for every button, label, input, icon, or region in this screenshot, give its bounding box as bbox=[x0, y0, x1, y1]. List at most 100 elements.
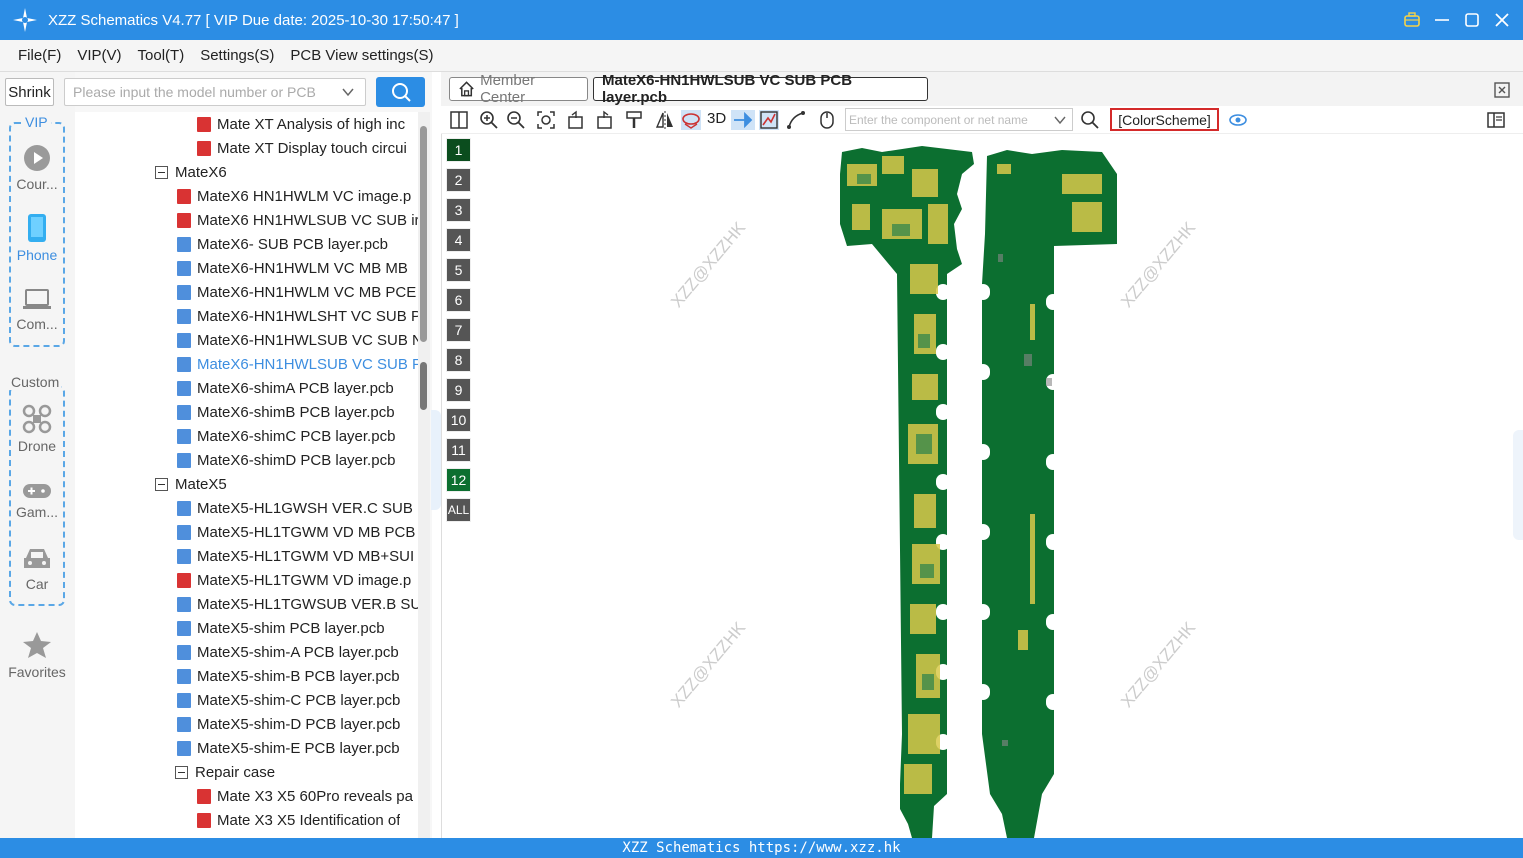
zoom-out-icon[interactable] bbox=[506, 110, 526, 130]
tree-file-item[interactable]: MateX6-shimC PCB layer.pcb bbox=[177, 424, 395, 448]
tree-file-item[interactable]: MateX5-shim-E PCB layer.pcb bbox=[177, 736, 400, 760]
sidebar-item-favorites[interactable]: Favorites bbox=[4, 630, 70, 680]
pcb-file-icon bbox=[177, 284, 191, 300]
sidebar-item-phone[interactable]: Phone bbox=[4, 213, 70, 263]
mirror-icon[interactable] bbox=[655, 110, 675, 130]
tree-file-item[interactable]: MateX5-HL1TGWSUB VER.B SUE bbox=[177, 592, 422, 616]
layer-3-button[interactable]: 3 bbox=[446, 198, 471, 222]
tree-folder[interactable]: MateX5 bbox=[155, 472, 227, 496]
side-panel-icon[interactable] bbox=[1486, 110, 1506, 130]
component-search-input[interactable]: Enter the component or net name bbox=[845, 108, 1073, 131]
tree-file-item[interactable]: Mate XT Analysis of high inc bbox=[197, 112, 405, 136]
tree-file-item[interactable]: Mate X3 X5 Identification of bbox=[197, 808, 400, 832]
color-scheme-button[interactable]: [ColorScheme] bbox=[1110, 108, 1219, 131]
pcb-file-icon bbox=[177, 428, 191, 444]
layer-4-button[interactable]: 4 bbox=[446, 228, 471, 252]
sidebar-item-car[interactable]: Car bbox=[4, 546, 70, 592]
tab-member-center[interactable]: Member Center bbox=[449, 72, 588, 106]
right-panel-collapse-handle[interactable] bbox=[1513, 430, 1523, 540]
layer-7-button[interactable]: 7 bbox=[446, 318, 471, 342]
tree-file-item[interactable]: Mate XT Display touch circui bbox=[197, 136, 407, 160]
minimize-icon[interactable] bbox=[1433, 11, 1451, 29]
close-tabs-icon[interactable] bbox=[1493, 81, 1511, 99]
pcb-file-icon bbox=[177, 692, 191, 708]
tree-file-item[interactable]: MateX6- SUB PCB layer.pcb bbox=[177, 232, 388, 256]
pin-icon[interactable] bbox=[731, 110, 755, 130]
tree-file-item[interactable]: MateX5-shim PCB layer.pcb bbox=[177, 616, 385, 640]
pcb-canvas[interactable] bbox=[441, 134, 1513, 838]
sidebar-item-drone[interactable]: Drone bbox=[4, 404, 70, 454]
rotate-left-icon[interactable] bbox=[566, 110, 586, 130]
menu-file[interactable]: File(F) bbox=[18, 45, 61, 66]
scroll-thumb[interactable] bbox=[420, 126, 427, 342]
close-icon[interactable] bbox=[1493, 11, 1511, 29]
search-icon[interactable] bbox=[1080, 110, 1100, 130]
chevron-down-icon[interactable] bbox=[341, 85, 355, 99]
layer-10-button[interactable]: 10 bbox=[446, 408, 471, 432]
layer-11-button[interactable]: 11 bbox=[446, 438, 471, 462]
tree-file-item[interactable]: MateX6-shimA PCB layer.pcb bbox=[177, 376, 394, 400]
model-search-input[interactable]: Please input the model number or PCB bbox=[64, 78, 366, 106]
tree-file-item[interactable]: MateX6-HN1HWLSUB VC SUB P bbox=[177, 352, 422, 376]
zoom-in-icon[interactable] bbox=[479, 110, 499, 130]
sidebar-item-games[interactable]: Gam... bbox=[4, 482, 70, 520]
layer-5-button[interactable]: 5 bbox=[446, 258, 471, 282]
tree-file-item[interactable]: MateX6-HN1HWLSUB VC SUB N bbox=[177, 328, 422, 352]
tree-file-item[interactable]: MateX6-HN1HWLSHT VC SUB P bbox=[177, 304, 421, 328]
menu-pcb-view-settings[interactable]: PCB View settings(S) bbox=[290, 45, 433, 66]
model-search-button[interactable] bbox=[376, 77, 425, 107]
fit-view-icon[interactable] bbox=[536, 110, 556, 130]
left-panel-collapse-handle[interactable] bbox=[431, 410, 441, 510]
sidebar-item-computer[interactable]: Com... bbox=[4, 288, 70, 332]
tree-folder[interactable]: MateX6 bbox=[155, 160, 227, 184]
layer-8-button[interactable]: 8 bbox=[446, 348, 471, 372]
layer-1-button[interactable]: 1 bbox=[446, 138, 471, 162]
split-view-icon[interactable] bbox=[449, 110, 469, 130]
tree-file-item[interactable]: MateX6-HN1HWLM VC MB PCE bbox=[177, 280, 416, 304]
eye-icon[interactable] bbox=[1228, 110, 1248, 130]
layer-2-button[interactable]: 2 bbox=[446, 168, 471, 192]
chevron-down-icon[interactable] bbox=[1054, 114, 1066, 126]
tree-file-item[interactable]: MateX6-shimB PCB layer.pcb bbox=[177, 400, 395, 424]
menu-vip[interactable]: VIP(V) bbox=[77, 45, 121, 66]
mouse-icon[interactable] bbox=[817, 110, 837, 130]
tree-file-item[interactable]: MateX5-HL1GWSH VER.C SUB P bbox=[177, 496, 422, 520]
rotate-right-icon[interactable] bbox=[594, 110, 614, 130]
tree-file-item[interactable]: MateX5-shim-A PCB layer.pcb bbox=[177, 640, 399, 664]
tree-file-item[interactable]: MateX5-shim-D PCB layer.pcb bbox=[177, 712, 400, 736]
3d-view-button[interactable]: 3D bbox=[707, 110, 726, 127]
collapse-toggle-icon[interactable] bbox=[175, 765, 188, 779]
trace-icon[interactable] bbox=[786, 110, 806, 130]
collapse-toggle-icon[interactable] bbox=[155, 477, 168, 491]
highlight-net-icon[interactable] bbox=[681, 110, 701, 130]
tree-scrollbar[interactable] bbox=[418, 112, 430, 838]
layer-9-button[interactable]: 9 bbox=[446, 378, 471, 402]
net-map-icon[interactable] bbox=[759, 110, 779, 130]
maximize-icon[interactable] bbox=[1463, 11, 1481, 29]
tab-active-pcb-file[interactable]: MateX6-HN1HWLSUB VC SUB PCB layer.pcb bbox=[593, 72, 928, 106]
layer-6-button[interactable]: 6 bbox=[446, 288, 471, 312]
layer-12-button[interactable]: 12 bbox=[446, 468, 471, 492]
tree-file-item[interactable]: MateX5-shim-C PCB layer.pcb bbox=[177, 688, 400, 712]
briefcase-icon[interactable] bbox=[1403, 11, 1421, 29]
tree-file-item[interactable]: MateX5-HL1TGWM VD image.p bbox=[177, 568, 411, 592]
menu-settings[interactable]: Settings(S) bbox=[200, 45, 274, 66]
paint-icon[interactable] bbox=[624, 110, 644, 130]
tree-file-item[interactable]: MateX6 HN1HWLM VC image.p bbox=[177, 184, 411, 208]
collapse-toggle-icon[interactable] bbox=[155, 165, 168, 179]
tree-file-item[interactable]: MateX5-HL1TGWM VD MB PCB bbox=[177, 520, 415, 544]
tree-file-item[interactable]: Mate X3 X5 60Pro reveals pa bbox=[197, 784, 413, 808]
layer-all-button[interactable]: ALL bbox=[446, 498, 471, 522]
tree-file-item[interactable]: MateX5-HL1TGWM VD MB+SUI bbox=[177, 544, 414, 568]
tree-file-item[interactable]: MateX6-shimD PCB layer.pcb bbox=[177, 448, 395, 472]
tree-file-item[interactable]: MateX6-HN1HWLM VC MB MB bbox=[177, 256, 408, 280]
tree-file-item[interactable]: MateX5-shim-B PCB layer.pcb bbox=[177, 664, 400, 688]
menu-tool[interactable]: Tool(T) bbox=[138, 45, 185, 66]
scroll-thumb-secondary[interactable] bbox=[420, 362, 427, 410]
shrink-button[interactable]: Shrink bbox=[5, 78, 54, 106]
tree-item-label: MateX5-HL1GWSH VER.C SUB P bbox=[197, 499, 422, 517]
tree-folder[interactable]: Repair case bbox=[175, 760, 275, 784]
pcb-board-drawing[interactable] bbox=[442, 134, 1514, 838]
tree-file-item[interactable]: MateX6 HN1HWLSUB VC SUB ir bbox=[177, 208, 420, 232]
sidebar-item-courses[interactable]: Cour... bbox=[4, 144, 70, 192]
